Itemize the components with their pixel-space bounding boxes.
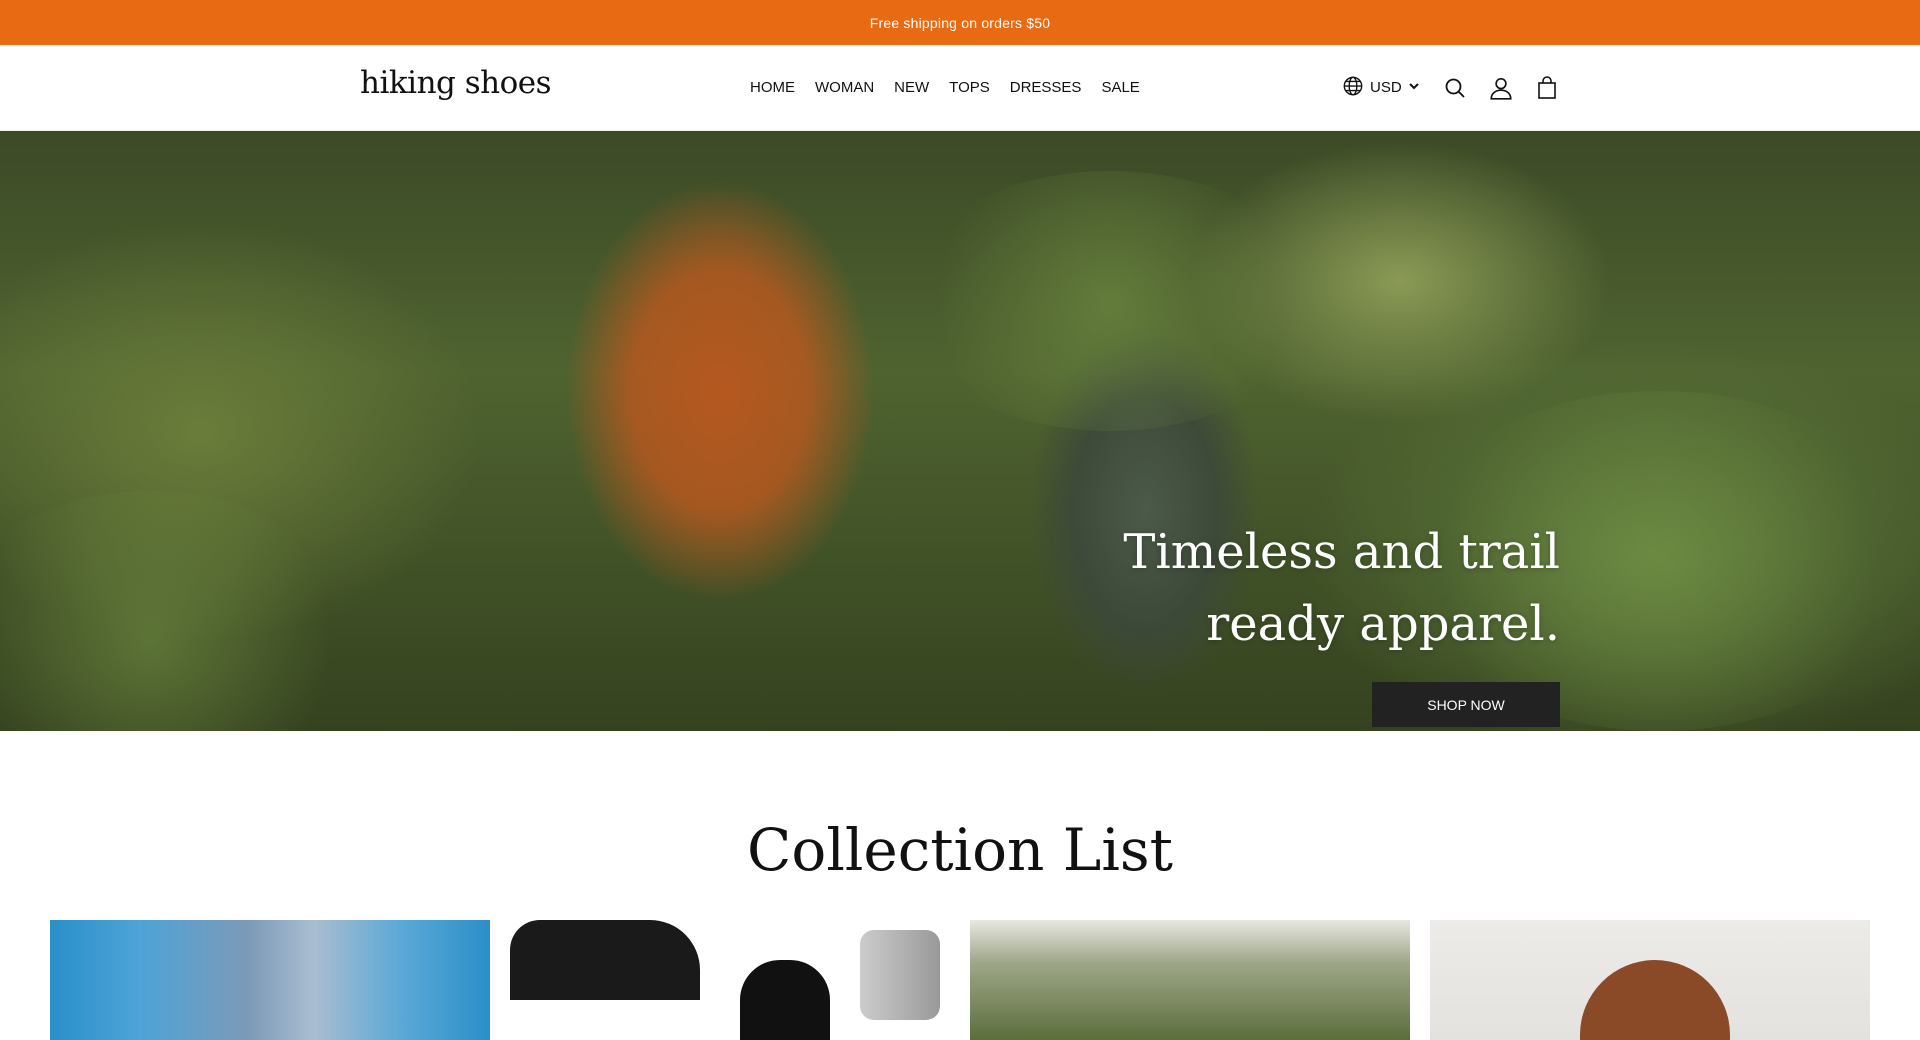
collection-cards — [50, 920, 1870, 1040]
collection-card[interactable] — [1430, 920, 1870, 1040]
hero-foliage — [0, 491, 360, 731]
nav-woman[interactable]: WOMAN — [815, 79, 874, 96]
beanie-image — [1580, 960, 1730, 1040]
nav-home[interactable]: HOME — [750, 79, 795, 96]
globe-icon — [1342, 75, 1364, 101]
search-icon[interactable] — [1442, 75, 1468, 101]
gear-bag-image — [510, 920, 700, 1000]
account-icon[interactable] — [1488, 75, 1514, 101]
nav-tops[interactable]: TOPS — [949, 79, 990, 96]
shop-now-button[interactable]: SHOP NOW — [1372, 682, 1560, 727]
hero-banner: Timeless and trail ready apparel. SHOP N… — [0, 131, 1920, 731]
gear-axe-image — [860, 930, 940, 1020]
chevron-down-icon — [1408, 79, 1420, 96]
nav-dresses[interactable]: DRESSES — [1010, 79, 1082, 96]
collection-title: Collection List — [747, 816, 1173, 884]
currency-selector[interactable]: USD — [1342, 75, 1420, 101]
currency-label: USD — [1370, 79, 1402, 96]
collection-card[interactable] — [970, 920, 1410, 1040]
nav-new[interactable]: NEW — [894, 79, 929, 96]
announcement-bar: Free shipping on orders $50 — [0, 0, 1920, 45]
announcement-text: Free shipping on orders $50 — [869, 14, 1051, 31]
collection-section: Collection List — [0, 731, 1920, 884]
collection-card[interactable] — [510, 920, 950, 1040]
hero-title: Timeless and trail ready apparel. — [1123, 524, 1560, 652]
site-logo[interactable]: hiking shoes — [360, 65, 552, 101]
site-header: hiking shoes HOME WOMAN NEW TOPS DRESSES… — [0, 45, 1920, 131]
hero-foliage — [900, 171, 1320, 431]
header-actions: USD — [1342, 45, 1580, 130]
gear-tool-image — [740, 960, 830, 1040]
hero-copy: Timeless and trail ready apparel. SHOP N… — [1020, 516, 1560, 727]
cart-icon[interactable] — [1534, 75, 1560, 101]
main-nav: HOME WOMAN NEW TOPS DRESSES SALE — [750, 45, 1160, 130]
collection-card[interactable] — [50, 920, 490, 1040]
nav-sale[interactable]: SALE — [1101, 79, 1139, 96]
